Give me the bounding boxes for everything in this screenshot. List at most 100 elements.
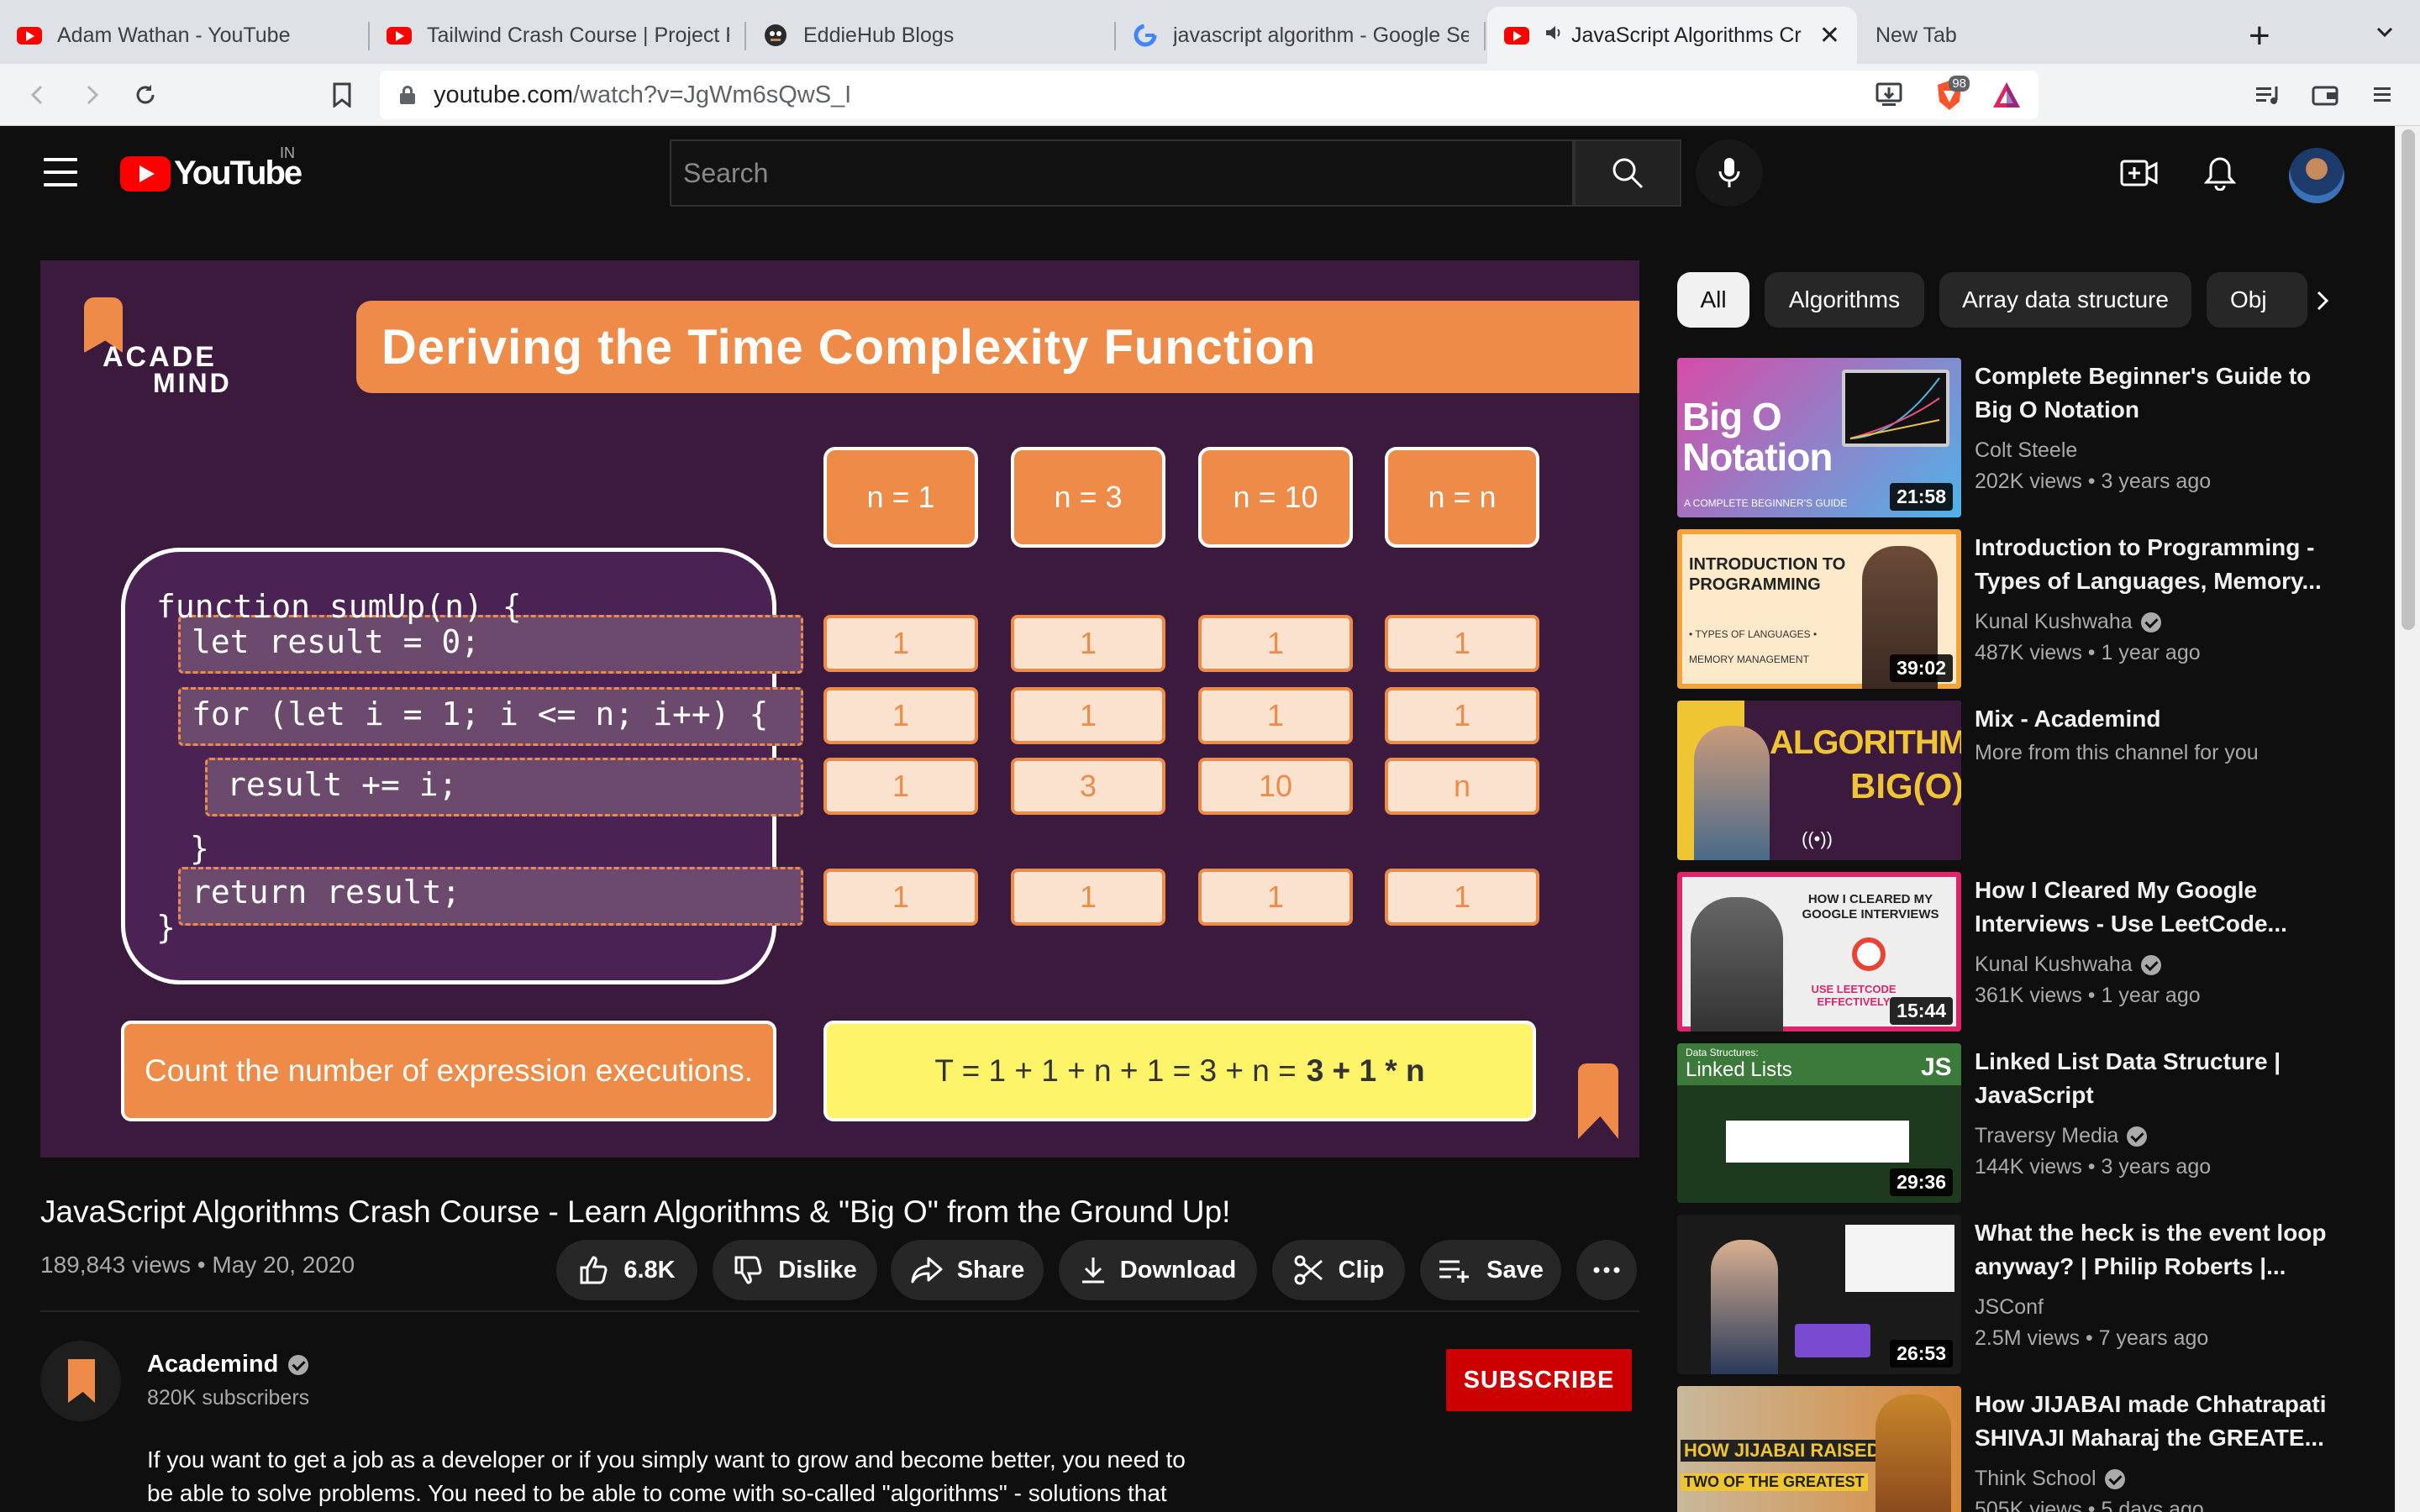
- tab-new-tab[interactable]: New Tab: [1859, 7, 2212, 64]
- brave-rewards-icon[interactable]: [1991, 81, 2022, 116]
- reload-icon[interactable]: [128, 77, 163, 113]
- recommended-video[interactable]: INTRODUCTION TO PROGRAMMING • TYPES OF L…: [1677, 529, 2349, 689]
- chip-algorithms[interactable]: Algorithms: [1765, 272, 1924, 328]
- download-button[interactable]: Download: [1059, 1240, 1257, 1300]
- tab-search-chevron-icon[interactable]: [2375, 22, 2395, 46]
- divider: [40, 1310, 1639, 1312]
- tab-eddiehub-blogs[interactable]: EddieHub Blogs: [746, 7, 1116, 64]
- dislike-label: Dislike: [778, 1256, 857, 1284]
- youtube-favicon-icon: [17, 23, 42, 48]
- video-thumbnail[interactable]: INTRODUCTION TO PROGRAMMING • TYPES OF L…: [1677, 529, 1961, 689]
- chip-objects[interactable]: Obj: [2207, 272, 2307, 328]
- video-thumbnail[interactable]: ALGORITHMS BIG(O) ((•)): [1677, 701, 1961, 860]
- address-bar[interactable]: youtube.com/watch?v=JgWm6sQwS_I 98: [380, 71, 2039, 119]
- count-cell: 1: [1011, 869, 1165, 926]
- recommended-video[interactable]: Big O Notation A COMPLETE BEGINNER'S GUI…: [1677, 358, 2349, 517]
- account-avatar[interactable]: [2289, 148, 2344, 203]
- video-thumbnail[interactable]: Big O Notation A COMPLETE BEGINNER'S GUI…: [1677, 358, 1961, 517]
- share-button[interactable]: Share: [891, 1240, 1044, 1300]
- back-icon[interactable]: [20, 77, 55, 113]
- tab-tailwind-crash-course[interactable]: Tailwind Crash Course | Project F: [370, 7, 746, 64]
- voice-search-button[interactable]: [1696, 139, 1763, 207]
- menu-icon[interactable]: [2365, 77, 2400, 113]
- recommended-mix[interactable]: ALGORITHMS BIG(O) ((•)) Mix - Academind …: [1677, 701, 2349, 860]
- page-scrollbar[interactable]: [2395, 126, 2420, 1512]
- recommended-title[interactable]: How JIJABAI made Chhatrapati SHIVAJI Mah…: [1975, 1388, 2328, 1455]
- channel-name-text: Academind: [147, 1351, 279, 1378]
- chip-array-data-structure[interactable]: Array data structure: [1939, 272, 2191, 328]
- youtube-favicon-icon: [1504, 23, 1529, 48]
- verified-check-icon: [288, 1354, 309, 1375]
- thumbs-down-icon: [734, 1256, 762, 1284]
- audio-playing-icon[interactable]: [1544, 24, 1563, 48]
- thumbnail-subtext: • TYPES OF LANGUAGES • MEMORY MANAGEMENT: [1689, 628, 1818, 665]
- monitor-graphic: [1842, 370, 1949, 447]
- notifications-bell-icon[interactable]: [2198, 151, 2242, 195]
- recommended-video[interactable]: HOW I CLEARED MY GOOGLE INTERVIEWS USE L…: [1677, 872, 2349, 1032]
- more-actions-button[interactable]: [1576, 1240, 1637, 1300]
- subscribe-button[interactable]: SUBSCRIBE: [1446, 1349, 1632, 1411]
- chip-all[interactable]: All: [1677, 272, 1749, 328]
- clip-button[interactable]: Clip: [1272, 1240, 1405, 1300]
- recommended-title[interactable]: What the heck is the event loop anyway? …: [1975, 1216, 2328, 1284]
- install-app-icon[interactable]: [1876, 82, 1902, 114]
- recommended-title[interactable]: How I Cleared My Google Interviews - Use…: [1975, 874, 2328, 941]
- recommended-video[interactable]: Data Structures: Linked Lists JS 29:36 L…: [1677, 1043, 2349, 1203]
- thumbnail-text: Big O Notation: [1682, 395, 1833, 479]
- video-thumbnail[interactable]: Data Structures: Linked Lists JS 29:36: [1677, 1043, 1961, 1203]
- like-button[interactable]: 6.8K: [556, 1240, 697, 1300]
- code-line: }: [156, 909, 176, 946]
- recommended-video[interactable]: HOW JIJABAI RAISED TWO OF THE GREATEST H…: [1677, 1386, 2349, 1512]
- recommended-title[interactable]: Mix - Academind: [1975, 702, 2328, 736]
- recommended-channel[interactable]: Traversy Media: [1975, 1124, 2148, 1148]
- video-player[interactable]: ACADE MIND Deriving the Time Complexity …: [40, 260, 1639, 1158]
- wallet-icon[interactable]: [2307, 77, 2343, 113]
- tab-google-search[interactable]: javascript algorithm - Google Se: [1116, 7, 1486, 64]
- recommended-channel[interactable]: Colt Steele: [1975, 438, 2077, 463]
- recommended-title[interactable]: Complete Beginner's Guide to Big O Notat…: [1975, 360, 2328, 427]
- recommended-channel[interactable]: Kunal Kushwaha: [1975, 610, 2161, 634]
- recommended-stats: 361K views • 1 year ago: [1975, 984, 2201, 1007]
- video-thumbnail[interactable]: 26:53: [1677, 1215, 1961, 1374]
- video-description[interactable]: If you want to get a job as a developer …: [147, 1443, 1206, 1510]
- save-button[interactable]: Save: [1420, 1240, 1561, 1300]
- video-thumbnail[interactable]: HOW I CLEARED MY GOOGLE INTERVIEWS USE L…: [1677, 872, 1961, 1032]
- youtube-favicon-icon: [387, 23, 412, 48]
- new-tab-button[interactable]: +: [2249, 15, 2270, 57]
- recommended-title[interactable]: Linked List Data Structure | JavaScript: [1975, 1045, 2328, 1112]
- tab-javascript-algorithms[interactable]: JavaScript Algorithms Cr ✕: [1487, 7, 1857, 64]
- lock-icon[interactable]: [400, 86, 415, 104]
- scrollbar-thumb[interactable]: [2402, 129, 2415, 630]
- column-header: n = 10: [1198, 447, 1353, 548]
- video-duration: 26:53: [1890, 1340, 1953, 1368]
- search-button[interactable]: [1574, 139, 1681, 207]
- guide-menu-icon[interactable]: [44, 158, 77, 186]
- search-input[interactable]: [683, 157, 1572, 189]
- recommended-channel[interactable]: Think School: [1975, 1467, 2125, 1491]
- thumbnail-subtext: A COMPLETE BEGINNER'S GUIDE: [1684, 497, 1848, 509]
- youtube-logo[interactable]: YouTube IN: [120, 144, 302, 192]
- thumbnail-subtext: Data Structures:: [1686, 1047, 1759, 1058]
- media-controls-icon[interactable]: [2250, 77, 2286, 113]
- channel-name[interactable]: Academind: [147, 1351, 309, 1378]
- channel-avatar[interactable]: [40, 1341, 121, 1421]
- bookmark-icon[interactable]: [324, 77, 360, 113]
- recommended-channel[interactable]: JSConf: [1975, 1295, 2044, 1320]
- share-label: Share: [956, 1256, 1025, 1284]
- tab-adam-wathan[interactable]: Adam Wathan - YouTube: [0, 7, 370, 64]
- forward-icon[interactable]: [74, 77, 109, 113]
- academind-watermark-icon: [1578, 1063, 1618, 1139]
- recommended-video[interactable]: 26:53 What the heck is the event loop an…: [1677, 1215, 2349, 1374]
- channel-text: Colt Steele: [1975, 438, 2078, 462]
- scissors-icon: [1294, 1255, 1323, 1285]
- close-tab-icon[interactable]: ✕: [1819, 21, 1840, 50]
- video-thumbnail[interactable]: HOW JIJABAI RAISED TWO OF THE GREATEST: [1677, 1386, 1961, 1512]
- dislike-button[interactable]: Dislike: [713, 1240, 877, 1300]
- recommended-channel[interactable]: Kunal Kushwaha: [1975, 953, 2161, 977]
- code-line: }: [190, 830, 209, 867]
- create-video-icon[interactable]: [2118, 151, 2161, 195]
- chips-next-chevron-icon[interactable]: [2302, 281, 2343, 321]
- recommended-title[interactable]: Introduction to Programming - Types of L…: [1975, 531, 2328, 598]
- search-box[interactable]: [670, 139, 1574, 207]
- video-meta: 189,843 views • May 20, 2020: [40, 1252, 355, 1278]
